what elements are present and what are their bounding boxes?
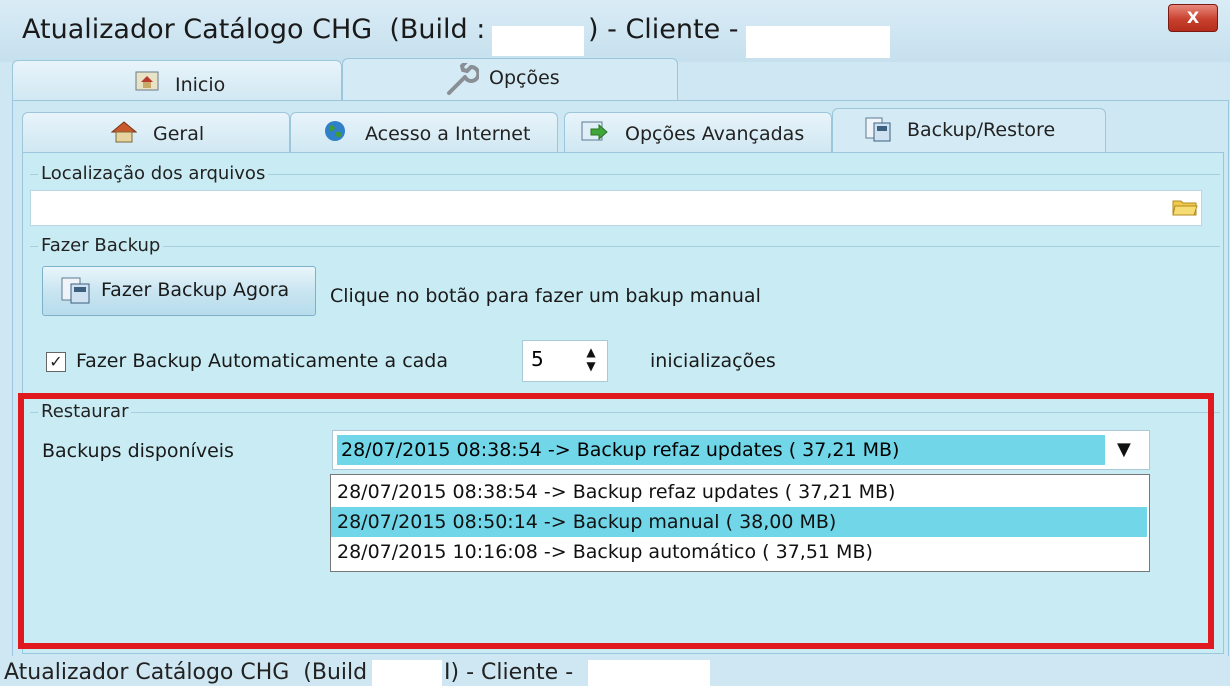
subtab-opcoes-avancadas[interactable]: Opções Avançadas	[564, 112, 832, 153]
spinner-arrows[interactable]: ▲ ▼	[581, 345, 601, 377]
tab-inicio-label: Inicio	[175, 74, 226, 96]
wrench-icon	[447, 63, 479, 95]
subtab-backup-restore-label: Backup/Restore	[907, 119, 1056, 141]
tab-inicio[interactable]: Inicio	[12, 60, 342, 103]
path-input[interactable]	[30, 190, 1202, 226]
subtab-backup-restore[interactable]: Backup/Restore	[832, 108, 1106, 153]
backup-now-button[interactable]: Fazer Backup Agora	[42, 266, 316, 316]
location-group-label: Localização dos arquivos	[38, 163, 269, 184]
tab-opcoes[interactable]: Opções	[342, 58, 678, 103]
home-screen-icon	[135, 71, 159, 91]
subtab-internet-label: Acesso a Internet	[365, 123, 531, 145]
close-icon: X	[1186, 8, 1200, 27]
subtab-geral-label: Geral	[153, 123, 205, 145]
arrow-window-icon	[581, 121, 608, 141]
tab-opcoes-label: Opções	[489, 67, 560, 89]
status-bar: Atualizador Catálogo CHG (Build I) - Cli…	[0, 656, 1230, 686]
backup-icon	[865, 117, 891, 142]
highlight-box	[18, 393, 1214, 649]
auto-backup-checkbox[interactable]: ✓	[46, 352, 66, 372]
spinner-value: 5	[531, 347, 544, 371]
backup-now-label: Fazer Backup Agora	[101, 279, 290, 301]
redacted-status-build	[372, 660, 442, 686]
backup-group-label: Fazer Backup	[38, 235, 164, 256]
backup-group	[30, 246, 1220, 247]
auto-backup-label: Fazer Backup Automaticamente a cada	[76, 350, 449, 372]
backup-hint: Clique no botão para fazer um bakup manu…	[330, 285, 761, 307]
globe-icon	[325, 121, 345, 141]
redacted-build	[492, 26, 584, 56]
house-icon	[111, 121, 137, 143]
backup-icon	[61, 277, 90, 304]
title-bar: Atualizador Catálogo CHG (Build : ) - Cl…	[0, 0, 1230, 62]
backup-interval-spinner[interactable]: 5 ▲ ▼	[522, 340, 608, 382]
status-mid: I) - Cliente -	[444, 660, 574, 685]
subtab-internet[interactable]: Acesso a Internet	[290, 112, 558, 153]
folder-icon[interactable]	[1172, 197, 1198, 217]
close-button[interactable]: X	[1168, 4, 1218, 32]
window-title-prefix: Atualizador Catálogo CHG (Build :	[22, 14, 486, 45]
subtab-geral[interactable]: Geral	[22, 112, 290, 153]
status-prefix: Atualizador Catálogo CHG (Build	[4, 660, 368, 685]
subtab-opcoes-avancadas-label: Opções Avançadas	[625, 123, 805, 145]
redacted-client	[746, 26, 890, 58]
check-icon: ✓	[49, 352, 63, 371]
redacted-status-client	[588, 660, 710, 686]
window-title-mid: ) - Cliente -	[588, 14, 739, 45]
auto-backup-suffix: inicializações	[650, 350, 776, 372]
